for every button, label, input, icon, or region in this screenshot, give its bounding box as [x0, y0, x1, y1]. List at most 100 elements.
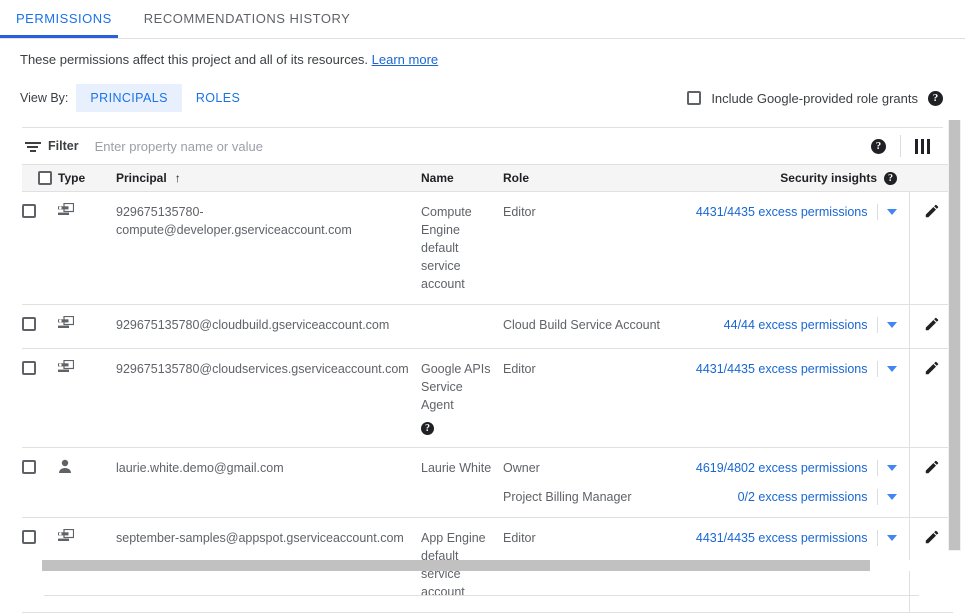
- chevron-down-icon[interactable]: [887, 322, 897, 328]
- row-actions-cell: [909, 448, 953, 518]
- chevron-down-icon[interactable]: [887, 535, 897, 541]
- role-text: Owner: [503, 459, 687, 477]
- horizontal-scrollbar-thumb[interactable]: [42, 560, 870, 571]
- insight-divider: [877, 361, 878, 377]
- row-name-cell: Compute Engine default service account: [421, 192, 503, 305]
- table-header: Type Principal ↑ Name Role Security insi…: [22, 165, 953, 192]
- service-account-icon: [58, 206, 74, 220]
- row-principal-cell: laurie.white.demo@gmail.com: [116, 448, 421, 518]
- role-text: Editor: [503, 529, 687, 547]
- row-select-checkbox[interactable]: [22, 530, 36, 544]
- header-security-insights: Security insights ?: [687, 165, 909, 192]
- edit-principal-button[interactable]: [924, 360, 940, 381]
- edit-principal-button[interactable]: [924, 203, 940, 224]
- security-insights-help-icon[interactable]: ?: [884, 172, 897, 185]
- filter-icon[interactable]: [24, 137, 42, 155]
- row-security-insights-cell: 4431/4435 excess permissions: [687, 349, 909, 448]
- table-row[interactable]: 929675135780@cloudservices.gserviceaccou…: [22, 349, 953, 448]
- tab-permissions[interactable]: PERMISSIONS: [0, 0, 128, 38]
- chevron-down-icon[interactable]: [887, 465, 897, 471]
- security-insight-row: 0/2 excess permissions: [687, 488, 909, 506]
- filter-input[interactable]: [93, 138, 871, 155]
- security-insight-row: 4431/4435 excess permissions: [687, 529, 909, 547]
- filter-help-icon[interactable]: ?: [871, 139, 886, 154]
- person-icon: [58, 463, 72, 477]
- row-name-cell: Google APIs Service Agent?: [421, 349, 503, 448]
- excess-permissions-link[interactable]: 4619/4802 excess permissions: [696, 459, 868, 477]
- row-principal-cell: 929675135780@cloudservices.gserviceaccou…: [116, 349, 421, 448]
- principal-text: 929675135780-compute@developer.gservicea…: [116, 203, 421, 239]
- name-text: Laurie White: [421, 459, 503, 477]
- principal-text: september-samples@appspot.gserviceaccoun…: [116, 529, 421, 547]
- horizontal-scrollbar[interactable]: [22, 560, 941, 571]
- row-role-cell: Editor: [503, 192, 687, 305]
- name-help-icon[interactable]: ?: [421, 422, 434, 435]
- columns-icon[interactable]: [915, 139, 931, 154]
- include-google-grants-checkbox[interactable]: [687, 91, 701, 105]
- service-account-icon: [58, 532, 74, 546]
- row-select-checkbox[interactable]: [22, 460, 36, 474]
- select-all-checkbox[interactable]: [38, 171, 52, 185]
- tab-recommendations-history[interactable]: RECOMMENDATIONS HISTORY: [128, 0, 367, 38]
- excess-permissions-link[interactable]: 44/44 excess permissions: [724, 316, 868, 334]
- view-by-roles-button[interactable]: ROLES: [182, 84, 254, 112]
- service-account-icon: [58, 319, 74, 333]
- include-google-grants-group: Include Google-provided role grants ?: [687, 91, 943, 106]
- learn-more-link[interactable]: Learn more: [372, 52, 438, 67]
- role-text: Project Billing Manager: [503, 488, 687, 506]
- table-row[interactable]: laurie.white.demo@gmail.comLaurie WhiteO…: [22, 448, 953, 518]
- chevron-down-icon[interactable]: [887, 209, 897, 215]
- row-select-cell: [22, 448, 58, 518]
- insight-divider: [877, 489, 878, 505]
- header-role[interactable]: Role: [503, 165, 687, 192]
- row-actions-cell: [909, 192, 953, 305]
- name-text: Google APIs Service Agent: [421, 360, 503, 414]
- principal-text: 929675135780@cloudbuild.gserviceaccount.…: [116, 316, 421, 334]
- principal-text: 929675135780@cloudservices.gserviceaccou…: [116, 360, 421, 378]
- table-row[interactable]: 929675135780@cloudbuild.gserviceaccount.…: [22, 305, 953, 349]
- row-select-checkbox[interactable]: [22, 361, 36, 375]
- filter-label: Filter: [48, 139, 79, 153]
- edit-principal-button[interactable]: [924, 316, 940, 337]
- edit-principal-button[interactable]: [924, 529, 940, 550]
- permissions-table-card: Filter ? Type Principal ↑: [22, 127, 943, 613]
- include-google-grants-help-icon[interactable]: ?: [928, 91, 943, 106]
- edit-principal-button[interactable]: [924, 459, 940, 480]
- row-select-checkbox[interactable]: [22, 204, 36, 218]
- permissions-table: Type Principal ↑ Name Role Security insi…: [22, 164, 953, 613]
- row-select-cell: [22, 305, 58, 349]
- sort-ascending-icon[interactable]: ↑: [175, 171, 181, 185]
- select-all-header: [22, 165, 58, 192]
- table-row[interactable]: 929675135780-compute@developer.gservicea…: [22, 192, 953, 305]
- header-name[interactable]: Name: [421, 165, 503, 192]
- active-tab-indicator: [0, 35, 118, 38]
- excess-permissions-link[interactable]: 4431/4435 excess permissions: [696, 203, 868, 221]
- vertical-scrollbar[interactable]: [948, 120, 961, 551]
- vertical-scrollbar-thumb[interactable]: [949, 120, 960, 550]
- header-name-label: Name: [421, 171, 503, 185]
- header-type-label: Type: [58, 171, 116, 185]
- header-security-insights-label: Security insights: [780, 171, 877, 185]
- view-by-principals-button[interactable]: PRINCIPALS: [76, 84, 181, 112]
- insight-divider: [877, 204, 878, 220]
- excess-permissions-link[interactable]: 4431/4435 excess permissions: [696, 529, 868, 547]
- row-type-cell: [58, 448, 116, 518]
- header-principal[interactable]: Principal ↑: [116, 165, 421, 192]
- row-type-cell: [58, 305, 116, 349]
- row-security-insights-cell: 4431/4435 excess permissions: [687, 192, 909, 305]
- header-type[interactable]: Type: [58, 165, 116, 192]
- excess-permissions-link[interactable]: 4431/4435 excess permissions: [696, 360, 868, 378]
- chevron-down-icon[interactable]: [887, 494, 897, 500]
- row-actions-cell: [909, 305, 953, 349]
- chevron-down-icon[interactable]: [887, 366, 897, 372]
- row-name-cell: Laurie White: [421, 448, 503, 518]
- security-insight-row: 4431/4435 excess permissions: [687, 203, 909, 221]
- excess-permissions-link[interactable]: 0/2 excess permissions: [738, 488, 868, 506]
- row-security-insights-cell: 4619/4802 excess permissions 0/2 excess p…: [687, 448, 909, 518]
- principal-text: laurie.white.demo@gmail.com: [116, 459, 421, 477]
- security-insight-row: 44/44 excess permissions: [687, 316, 909, 334]
- table-bottom-border: [44, 595, 919, 596]
- permissions-description: These permissions affect this project an…: [0, 39, 965, 67]
- insight-divider: [877, 460, 878, 476]
- row-select-checkbox[interactable]: [22, 317, 36, 331]
